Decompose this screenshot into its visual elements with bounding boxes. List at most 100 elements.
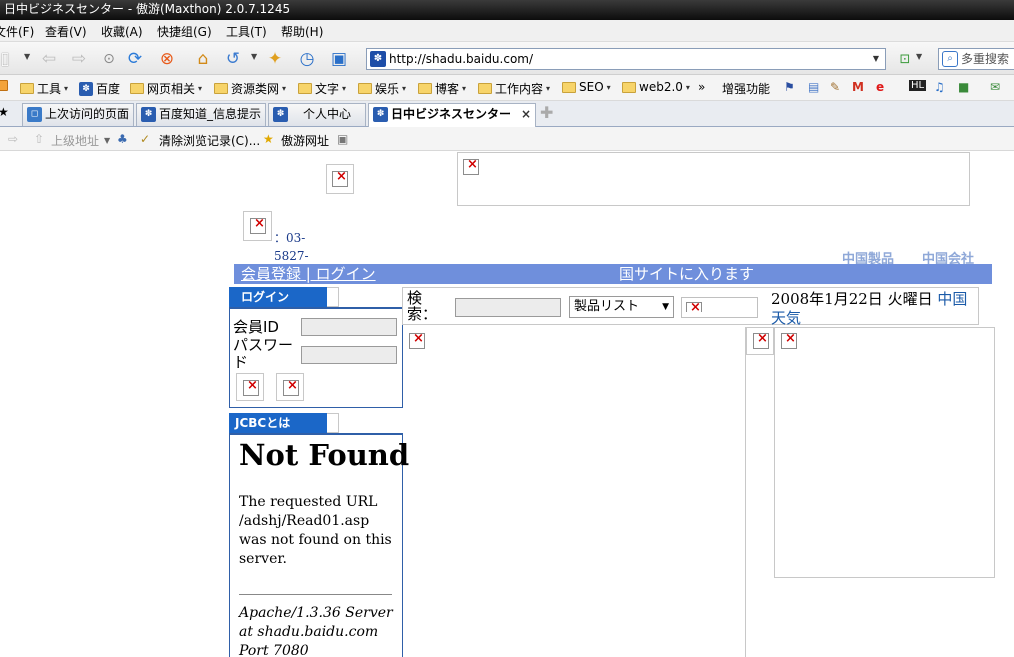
login-panel-tab: ログイン [229,287,327,307]
menu-groups[interactable]: 快捷组(G) [157,23,212,40]
quick-link-bar: ⇨ ⇧ 上级地址 ▼ ♣ ✓ 清除浏览记录(C)... ★ 傲游网址 ▣ [0,127,1014,151]
history-dropdown-icon[interactable]: ⊙ [96,46,122,72]
up-level-link[interactable]: 上级地址 [51,132,99,149]
favorites-bar: 工具 ▾ ✽ 百度 网页相关 ▾ 资源类网 ▾ 文字 ▾ 娱乐 ▾ 博客 ▾ 工作内容 ▾ SE… [0,75,1014,101]
folder-icon [20,83,34,94]
favorite-item[interactable]: 文字 ▾ [298,80,346,97]
mail-icon[interactable]: ✉ [990,80,1000,94]
up-level-icon[interactable]: ⇧ [34,132,44,146]
favorite-item[interactable]: ✽ 百度 [79,80,120,97]
search-icon: ⌕ [942,51,958,67]
plugin-note-icon[interactable]: ▤ [808,80,819,94]
favorite-item[interactable]: 资源类网 ▾ [214,80,286,97]
clock-icon[interactable]: ◷ [294,46,320,72]
favorite-item[interactable]: 工作内容 ▾ [478,80,550,97]
menu-view[interactable]: 查看(V) [45,23,87,40]
password-label: パスワード [233,336,294,371]
menu-help[interactable]: 帮助(H) [281,23,323,40]
folder-icon [478,83,492,94]
search-placeholder: 多重搜索 [961,52,1010,66]
star-icon[interactable]: ★ [0,105,9,119]
paw-icon: ✽ [141,107,156,122]
favorite-item[interactable]: 博客 ▾ [418,80,466,97]
screenshot-icon[interactable]: ▣ [337,132,348,146]
broken-image-icon [409,331,425,349]
menu-file[interactable]: 文件(F) [0,23,34,40]
favorites-more[interactable]: » [698,80,705,94]
forward-small-icon[interactable]: ⇨ [8,132,18,146]
close-tab-icon[interactable]: × [521,104,531,125]
clear-history-link[interactable]: 清除浏览记录(C)... [159,132,260,149]
go-icon[interactable]: ⊡ [892,46,918,72]
main-toolbar: ▯ ▼ ⇦ ⇨ ⊙ ⟳ ⊗ ⌂ ↺ ▼ ✦ ◷ ▣ ✽ ▼ ⊡ ▼ ⌕ 多重搜索 [0,42,1014,75]
plugin-flag-icon[interactable]: ⚑ [784,80,795,94]
home-icon[interactable]: ⌂ [190,46,216,72]
error-message: The requested URL /adshj/Read01.asp was … [239,494,392,567]
page-icon: ◻ [27,107,42,122]
maxthon-site-link[interactable]: 傲游网址 [281,132,329,149]
broken-image-icon [753,331,769,349]
refresh-icon[interactable]: ⟳ [122,46,148,72]
register-login-link[interactable]: 会員登録 | ログイン [241,264,376,284]
search-row: 検索： 製品リスト ▼ 2008年1月22日 火曜日 中国天気 [402,287,979,327]
stop-icon[interactable]: ⊗ [154,46,180,72]
cube-icon[interactable]: ■ [958,80,969,94]
users-icon: ♣ [117,132,128,146]
favorite-item[interactable]: 娱乐 ▾ [358,80,406,97]
broom-icon: ✓ [140,132,151,146]
star-icon: ★ [263,132,274,146]
tab-jcbc[interactable]: ✽ 日中ビジネスセンター × [368,103,536,127]
ie-icon[interactable]: e [876,80,884,94]
new-page-icon[interactable]: ▯ [0,46,18,72]
search-input[interactable] [455,298,561,317]
paw-icon: ✽ [79,81,93,96]
back-icon[interactable]: ⇦ [36,46,62,72]
multi-search-box[interactable]: ⌕ 多重搜索 [938,48,1014,70]
menu-tools[interactable]: 工具(T) [226,23,267,40]
folder-icon [418,83,432,94]
search-button[interactable] [681,297,758,318]
broken-image-icon [250,216,266,234]
password-input[interactable] [301,346,397,364]
forward-icon[interactable]: ⇨ [66,46,92,72]
chevron-down-icon[interactable]: ▼ [24,52,30,61]
folder-icon [622,81,636,93]
favorite-item[interactable]: web2.0 ▾ [622,80,690,94]
undo-close-icon[interactable]: ↺ [220,46,246,72]
enter-site-link[interactable]: 国サイトに入ります [619,264,754,284]
gmail-icon[interactable]: M [852,80,864,94]
product-list-select[interactable]: 製品リスト ▼ [569,296,674,318]
paw-icon: ✽ [273,107,288,122]
broken-image-icon [283,378,299,396]
error-server-address: Apache/1.3.36 Server at shadu.baidu.com … [239,605,393,657]
chevron-down-icon[interactable]: ▼ [916,52,922,61]
window-title-bar: 日中ビジネスセンター - 傲游(Maxthon) 2.0.7.1245 [0,0,1014,20]
screen-icon[interactable]: ▣ [326,46,352,72]
chevron-down-icon[interactable]: ▼ [104,136,110,145]
plugins-label[interactable]: 增强功能 [722,80,770,97]
tab-last-visited[interactable]: ◻ 上次访问的页面 [22,103,134,126]
address-bar[interactable]: ✽ ▼ [366,48,886,70]
member-id-input[interactable] [301,318,397,336]
folder-icon [358,83,372,94]
search-label: 検索： [407,289,438,323]
new-tab-icon[interactable]: ✚ [540,105,556,121]
folder-icon [214,83,228,94]
folder-icon [562,81,576,93]
magic-wand-icon[interactable]: ✦ [262,46,288,72]
favorite-item[interactable]: SEO ▾ [562,80,611,94]
chevron-down-icon[interactable]: ▼ [869,51,883,67]
chevron-down-icon[interactable]: ▼ [251,52,257,61]
menu-favorites[interactable]: 收藏(A) [101,23,143,40]
tab-personal-center[interactable]: ✽ 个人中心 [268,103,366,126]
address-input[interactable] [389,49,859,69]
menu-bar: 文件(F) 查看(V) 收藏(A) 快捷组(G) 工具(T) 帮助(H) [0,20,1014,42]
chevron-down-icon: ▼ [662,302,669,312]
favorite-item[interactable]: 工具 ▾ [20,80,68,97]
music-icon[interactable]: ♫ [934,80,945,94]
plugin-brush-icon[interactable]: ✎ [830,80,840,94]
favorite-item[interactable]: 网页相关 ▾ [130,80,202,97]
hl-icon[interactable]: HL [909,80,927,91]
tab-baidu-zhidao[interactable]: ✽ 百度知道_信息提示 [136,103,266,126]
favorites-heart-icon[interactable] [0,80,8,91]
